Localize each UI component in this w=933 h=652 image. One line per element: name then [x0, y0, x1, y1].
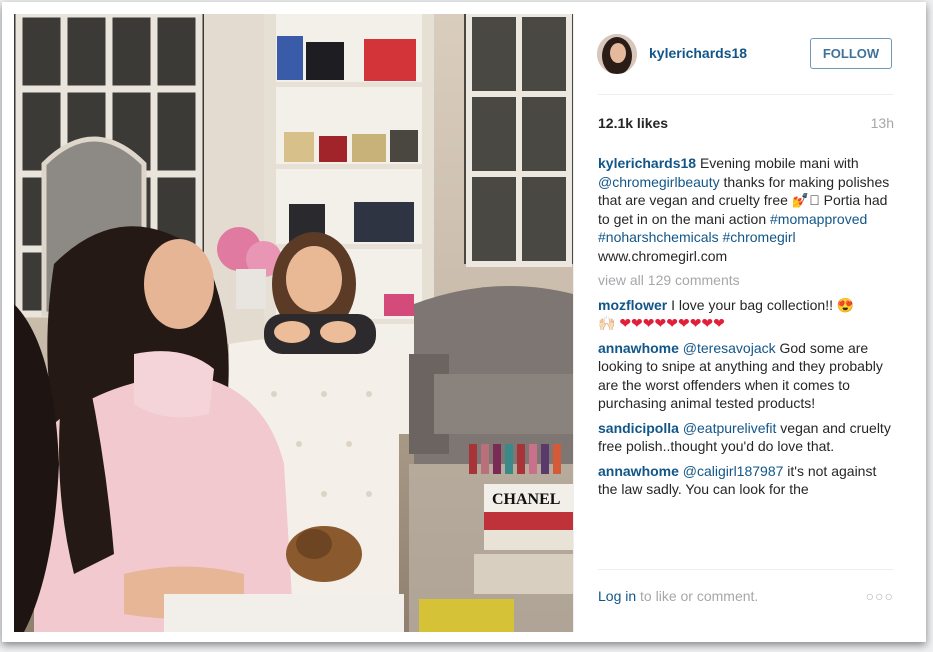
comment-username[interactable]: annawhome	[598, 463, 679, 479]
photo-illustration: CHANEL	[14, 14, 573, 632]
comment-item: annawhome @caligirl187987 it's not again…	[598, 462, 898, 499]
comment-username[interactable]: sandicipolla	[598, 420, 679, 436]
hashtag-momapproved[interactable]: #momapproved	[770, 211, 867, 227]
post-side-panel: kylerichards18 FOLLOW 12.1k likes 13h ky…	[573, 14, 920, 632]
login-suffix-text: to like or comment.	[640, 588, 759, 604]
avatar[interactable]	[597, 34, 637, 74]
comment-mention[interactable]: @teresavojack	[683, 340, 776, 356]
comment-item: mozflower I love your bag collection!! 😍…	[598, 296, 898, 333]
caption-username[interactable]: kylerichards18	[598, 155, 696, 171]
comment-text: I love your bag collection!! 😍	[671, 296, 855, 313]
comment-item: annawhome @teresavojack God some are loo…	[598, 339, 898, 413]
caption: kylerichards18 Evening mobile mani with …	[598, 154, 898, 265]
hashtag-noharshchemicals[interactable]: #noharshchemicals	[598, 229, 719, 245]
likes-row: 12.1k likes 13h	[598, 115, 894, 135]
post-card: CHANEL kylerichards18 FOLLOW 12.1k likes…	[2, 2, 926, 642]
comment-mention[interactable]: @caligirl187987	[683, 463, 784, 479]
login-link[interactable]: Log in	[598, 588, 636, 604]
caption-text-1: Evening mobile mani with	[699, 155, 859, 171]
comments-list[interactable]: kylerichards18 Evening mobile mani with …	[598, 154, 898, 562]
follow-button[interactable]: FOLLOW	[810, 38, 892, 69]
post-footer: Log in to like or comment. ○○○	[598, 588, 894, 608]
footer-divider	[598, 569, 894, 570]
view-all-comments-link[interactable]: view all 129 comments	[598, 271, 898, 290]
avatar-image	[597, 34, 637, 74]
comment-mention[interactable]: @eatpurelivefit	[683, 420, 777, 436]
book-chanel-label: CHANEL	[492, 491, 560, 508]
post-photo[interactable]: CHANEL	[14, 14, 573, 632]
header-divider	[598, 94, 894, 95]
caption-mention[interactable]: @chromegirlbeauty	[598, 174, 720, 190]
caption-emoji: 💅 	[791, 192, 820, 208]
header-username[interactable]: kylerichards18	[649, 45, 747, 61]
comment-emoji-line: 🙌🏻 ❤❤❤❤❤❤❤❤❤	[598, 315, 725, 331]
comment-username[interactable]: mozflower	[598, 297, 667, 313]
hashtag-chromegirl[interactable]: #chromegirl	[723, 229, 796, 245]
likes-count[interactable]: 12.1k likes	[598, 115, 668, 131]
post-header: kylerichards18 FOLLOW	[574, 14, 921, 94]
comment-username[interactable]: annawhome	[598, 340, 679, 356]
more-options-icon[interactable]: ○○○	[866, 588, 894, 604]
caption-text-4: www.chromegirl.com	[598, 247, 728, 264]
comment-item: sandicipolla @eatpurelivefit vegan and c…	[598, 419, 898, 456]
post-time[interactable]: 13h	[871, 115, 894, 131]
